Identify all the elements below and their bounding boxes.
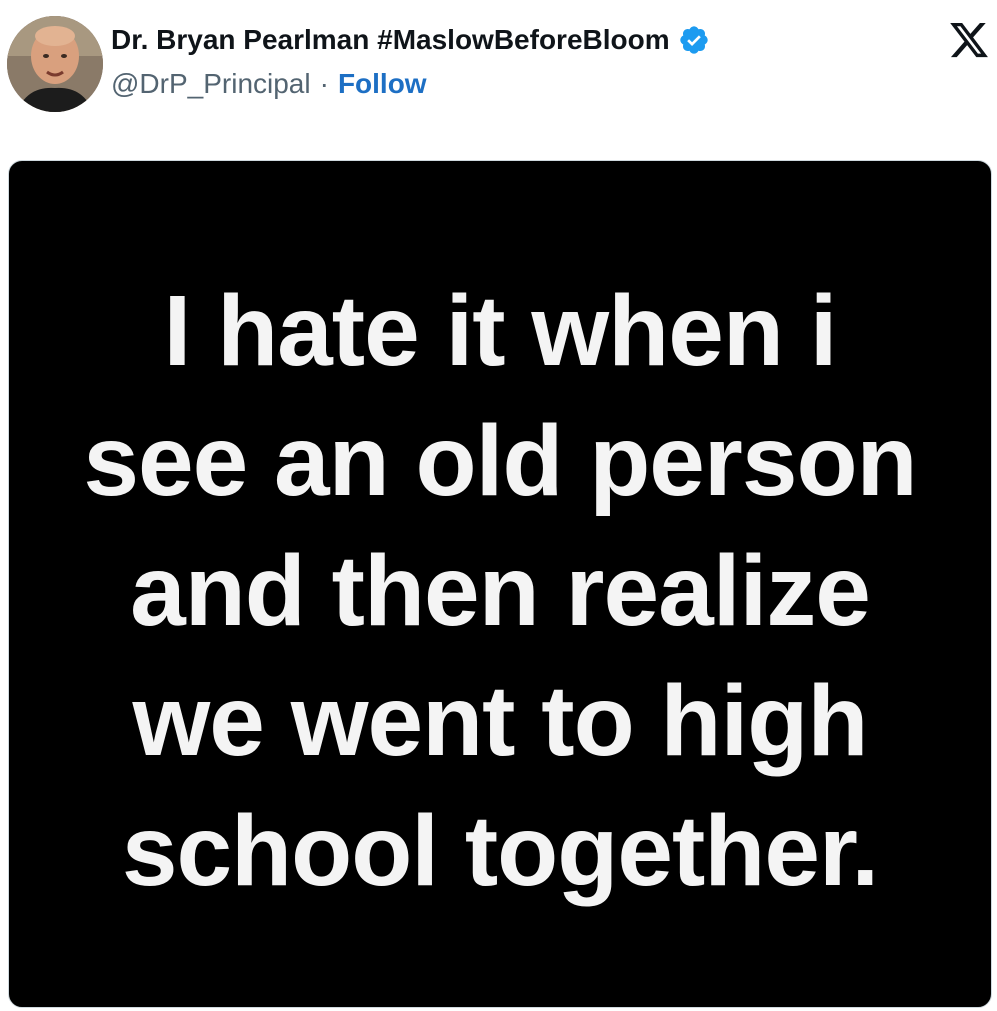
meme-line: see an old person	[83, 405, 917, 517]
user-handle[interactable]: @DrP_Principal	[111, 68, 311, 100]
follow-button[interactable]: Follow	[338, 68, 427, 100]
meme-text: I hate it when i see an old person and t…	[9, 266, 991, 916]
separator-dot: ·	[319, 68, 329, 99]
verified-badge-icon	[678, 24, 710, 56]
name-row: Dr. Bryan Pearlman #MaslowBeforeBloom	[111, 24, 710, 56]
handle-row: @DrP_Principal · Follow	[111, 68, 427, 100]
tweet-media-image[interactable]: I hate it when i see an old person and t…	[8, 160, 992, 1008]
display-name[interactable]: Dr. Bryan Pearlman #MaslowBeforeBloom	[111, 24, 670, 56]
meme-line: we went to high	[132, 665, 869, 777]
meme-line: and then realize	[130, 535, 871, 647]
meme-line: school together.	[121, 795, 879, 907]
avatar[interactable]	[7, 16, 103, 112]
avatar-photo	[7, 16, 103, 112]
x-logo-icon[interactable]	[947, 19, 991, 61]
tweet-header: Dr. Bryan Pearlman #MaslowBeforeBloom @D…	[0, 0, 997, 130]
meme-line: I hate it when i	[163, 275, 838, 387]
